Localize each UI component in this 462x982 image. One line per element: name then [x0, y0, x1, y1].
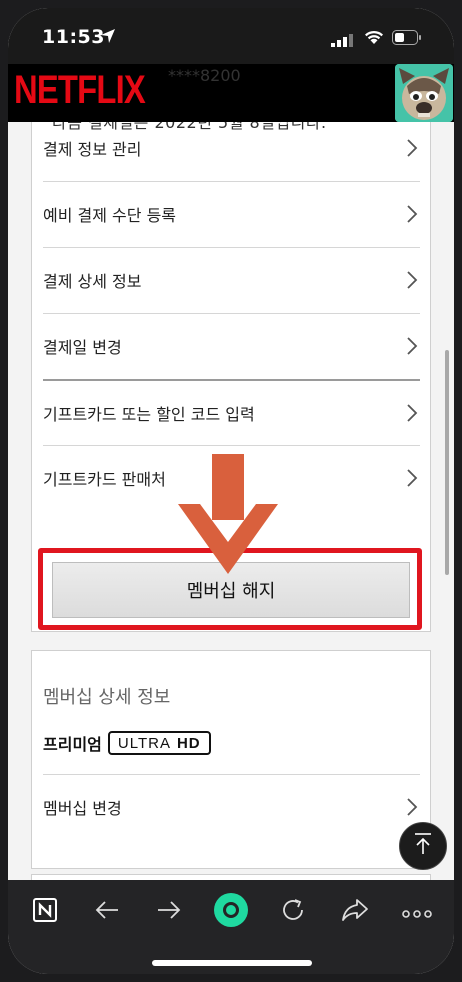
back-icon — [94, 899, 120, 925]
pointer-arrow-graphic — [176, 454, 280, 580]
plan-badge-ultra: ULTRA — [117, 734, 171, 752]
row-redeem-gift-code[interactable]: 기프트카드 또는 할인 코드 입력 — [43, 379, 420, 446]
row-label: 멤버십 변경 — [43, 799, 122, 818]
page-content: 다음 결제일은 2022년 5월 8일입니다. 결제 정보 관리 예비 결제 수… — [8, 122, 454, 880]
row-backup-payment[interactable]: 예비 결제 수단 등록 — [43, 181, 420, 247]
netflix-header: ****8200 NETFLIX — [8, 64, 454, 122]
reload-button[interactable] — [273, 892, 313, 932]
plan-name: 프리미엄 — [43, 735, 102, 754]
home-indicator[interactable] — [152, 960, 312, 966]
signal-icon — [331, 32, 353, 51]
chevron-right-icon — [406, 797, 418, 821]
scrollbar-thumb[interactable] — [445, 350, 449, 575]
location-arrow-icon — [100, 28, 116, 48]
share-icon — [341, 898, 369, 926]
row-billing-details[interactable]: 결제 상세 정보 — [43, 247, 420, 313]
row-label: 결제 상세 정보 — [43, 272, 142, 291]
row-label: 결제일 변경 — [43, 338, 122, 357]
profile-avatar[interactable] — [395, 64, 453, 122]
plan-info: 프리미엄 ULTRA HD — [43, 731, 211, 755]
scroll-to-top-button[interactable] — [399, 822, 447, 870]
phone-screen: 11:53 ****8200 NETFLIX 다음 결제일은 2022년 5월 … — [8, 8, 454, 974]
status-bar: 11:53 — [8, 8, 454, 64]
forward-button[interactable] — [149, 892, 189, 932]
home-button[interactable] — [211, 892, 251, 932]
status-time: 11:53 — [42, 26, 105, 48]
row-manage-payment[interactable]: 결제 정보 관리 — [43, 122, 420, 181]
reload-icon — [280, 897, 306, 927]
more-icon — [402, 903, 432, 922]
share-button[interactable] — [335, 892, 375, 932]
chevron-right-icon — [406, 204, 418, 228]
forward-icon — [156, 899, 182, 925]
battery-icon — [392, 30, 422, 49]
back-button[interactable] — [87, 892, 127, 932]
card-number-text: ****8200 — [168, 66, 241, 85]
netflix-logo[interactable]: NETFLIX — [14, 68, 146, 113]
row-change-membership[interactable]: 멤버십 변경 — [43, 774, 420, 840]
membership-section-title: 멤버십 상세 정보 — [43, 687, 171, 708]
row-label: 결제 정보 관리 — [43, 140, 142, 159]
row-label: 예비 결제 수단 등록 — [43, 206, 177, 225]
wifi-icon — [364, 29, 384, 48]
plan-badge: ULTRA HD — [107, 731, 211, 755]
home-icon — [213, 892, 249, 932]
browser-toolbar — [8, 880, 454, 974]
chevron-right-icon — [406, 138, 418, 162]
plan-badge-hd: HD — [176, 734, 201, 752]
membership-card: 멤버십 상세 정보 프리미엄 ULTRA HD 멤버십 변경 — [31, 650, 431, 869]
row-label: 기프트카드 판매처 — [43, 470, 166, 489]
arrow-up-icon — [413, 832, 433, 860]
n-logo-button[interactable] — [25, 892, 65, 932]
more-button[interactable] — [397, 892, 437, 932]
n-logo-icon — [33, 898, 57, 926]
chevron-right-icon — [406, 270, 418, 294]
chevron-right-icon — [406, 403, 418, 427]
chevron-right-icon — [406, 468, 418, 492]
row-change-billing-date[interactable]: 결제일 변경 — [43, 313, 420, 379]
row-label: 기프트카드 또는 할인 코드 입력 — [43, 405, 255, 424]
chevron-right-icon — [406, 336, 418, 360]
